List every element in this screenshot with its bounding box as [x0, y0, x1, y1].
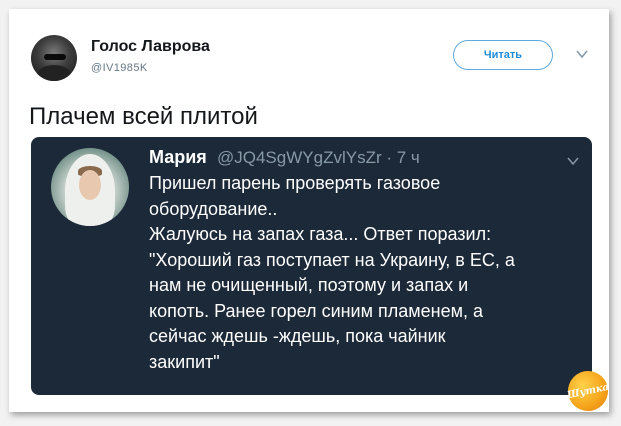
avatar-hood	[37, 65, 71, 81]
quoted-text-line: оборудование..	[149, 198, 278, 219]
quoted-text-line: сейчас ждешь -ждешь, пока чайник	[149, 326, 446, 346]
tweet-text: Плачем всей плитой	[29, 103, 258, 130]
chevron-down-icon[interactable]	[575, 47, 589, 61]
quoted-author-avatar[interactable]	[51, 148, 129, 226]
screenshot-frame: Голос Лаврова @IV1985K Читать Плачем все…	[0, 0, 621, 426]
author-avatar[interactable]	[31, 35, 77, 81]
quoted-author-handle[interactable]: @JQ4SgWYgZvlYsZr · 7 ч	[217, 148, 420, 168]
quoted-text-line: Жалуюсь на запах газа... Ответ поразил:	[149, 224, 492, 244]
quoted-text-line: "Хороший газ поступает на Украину, в ЕС,…	[149, 249, 515, 270]
quoted-text-line: нам не очищенный, поэтому и запах и	[149, 275, 469, 295]
chevron-down-icon[interactable]	[567, 155, 579, 167]
quoted-text-line: Пришел парень проверять газовое	[149, 173, 441, 193]
author-handle[interactable]: @IV1985K	[91, 62, 148, 74]
quoted-tweet[interactable]: Мария @JQ4SgWYgZvlYsZr · 7 ч Пришел паре…	[31, 137, 592, 395]
avatar-glasses	[44, 54, 66, 60]
quoted-text-line: копоть. Ранее горел синим пламенем, а	[149, 300, 483, 321]
author-name[interactable]: Голос Лаврова	[91, 38, 210, 56]
follow-button[interactable]: Читать	[453, 40, 553, 70]
quoted-author-name[interactable]: Мария	[149, 147, 207, 168]
quoted-text-line: закипит"	[149, 351, 220, 372]
tweet-card: Голос Лаврова @IV1985K Читать Плачем все…	[9, 9, 612, 415]
avatar-face	[79, 170, 101, 200]
quoted-tweet-text: Пришел парень проверять газовое оборудов…	[149, 171, 579, 375]
